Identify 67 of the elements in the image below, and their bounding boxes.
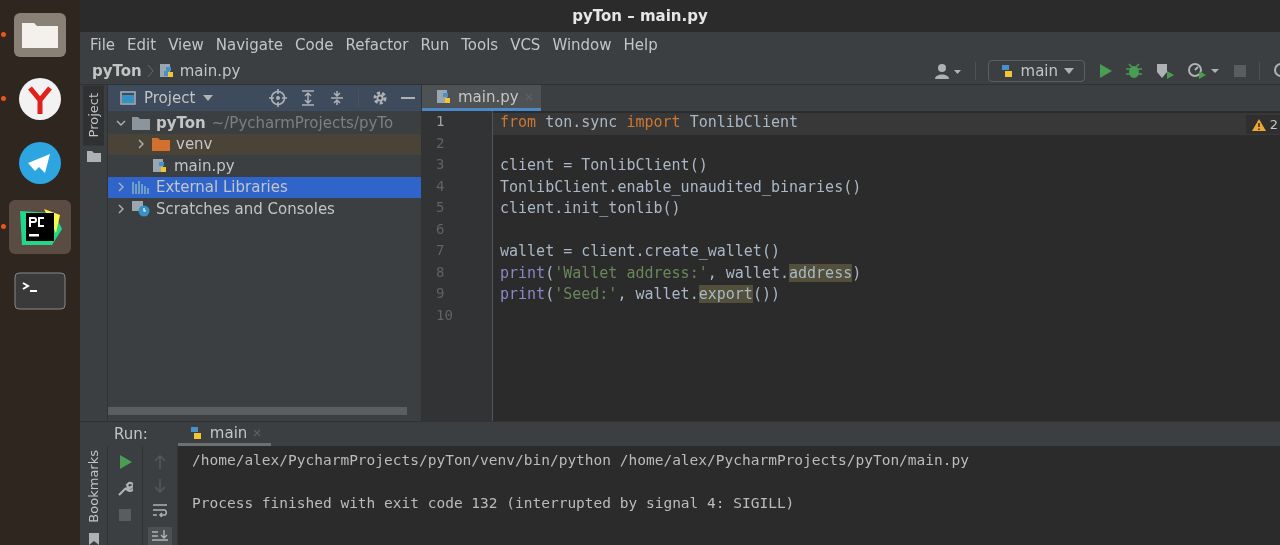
line-number: 1 [435,113,446,131]
tree-item[interactable]: Scratches and Consoles [108,198,421,220]
breadcrumb[interactable]: main.py [179,61,241,80]
menu-item[interactable]: Edit [121,35,163,54]
bar-chart-icon [132,180,150,195]
warning-icon [1251,118,1266,131]
ide-app-icon[interactable] [9,200,71,254]
menu-item[interactable]: Window [546,35,618,54]
window-title: pyTon – main.py [572,7,709,25]
scroll-to-end-icon[interactable] [148,527,172,545]
settings-icon[interactable] [372,90,388,106]
window-icon [120,91,136,105]
menu-item[interactable]: Navigate [209,35,290,54]
code-line: TonlibClient.enable_unaudited_binaries() [500,177,862,196]
caret-icon [203,95,214,101]
menu-item[interactable]: Help [617,35,664,54]
search-icon[interactable] [1272,61,1280,80]
scratch-clock-icon [132,200,150,217]
project-tool-tab[interactable]: Project [83,85,104,146]
collapse-all-icon[interactable] [329,90,345,106]
target-icon[interactable] [269,89,287,107]
run-config-dropdown[interactable]: main [987,59,1085,82]
menu-item[interactable]: Tools [455,35,505,54]
bookmark-icon [88,532,99,545]
code-line: print('Wallet address:', wallet.address) [500,263,862,282]
scrollbar-thumb[interactable] [108,407,407,415]
code-line: client = TonlibClient() [500,156,708,174]
console-line: /home/alex/PycharmProjects/pyTon/venv/bin/python /home/alex/PycharmProjects/pyTon/main.py [192,452,969,468]
python-file-icon [158,62,175,79]
run-icon[interactable] [118,455,132,469]
python-file-icon [152,157,168,174]
menu-item[interactable]: Code [289,35,340,54]
tree-item[interactable]: pyTon ~/PycharmProjects/pyTo [108,112,421,134]
caret-icon [1064,67,1074,74]
editor-tab[interactable]: main.py [422,85,541,111]
expand-all-icon[interactable] [300,90,316,106]
chevron-right-icon[interactable] [116,182,126,193]
tree-item[interactable]: venv [108,133,421,155]
tree-item[interactable]: main.py [108,155,421,177]
panel-title: Run: [114,425,148,443]
menu-item[interactable]: VCS [504,35,547,54]
user-icon[interactable] [932,61,963,80]
code-line: wallet = client.create_wallet() [500,242,780,260]
warning-count[interactable]: 2 [1245,115,1280,134]
bug-icon[interactable] [1125,61,1143,80]
menu-item[interactable]: Run [414,35,456,54]
wrench-icon[interactable] [117,481,133,497]
shield-run-icon[interactable] [1155,61,1175,80]
gauge-run-icon[interactable] [1187,61,1221,80]
menu-item[interactable]: Refactor [339,35,415,54]
folder-icon [86,151,101,163]
console-line: Process finished with exit code 132 (interrupted by signal 4: SIGILL) [192,495,795,511]
menu-item[interactable]: File [84,35,122,54]
run-icon[interactable] [1097,62,1113,79]
chevron-right-icon[interactable] [116,203,126,214]
code-line: client.init_tonlib() [500,199,681,217]
soft-wrap-icon[interactable] [152,503,168,517]
code-line: print('Seed:', wallet.export()) [500,285,780,303]
folder-icon [152,137,170,152]
code-line: from ton.sync import TonlibClient [500,113,799,131]
folder-icon [132,115,150,130]
tree-item[interactable]: External Libraries [108,176,421,198]
menu-item[interactable]: View [162,35,210,54]
chevron-icon [146,63,154,78]
chevron-right-icon[interactable] [136,139,146,150]
python-file-icon [436,88,452,105]
breadcrumb[interactable]: pyTon [92,61,142,80]
